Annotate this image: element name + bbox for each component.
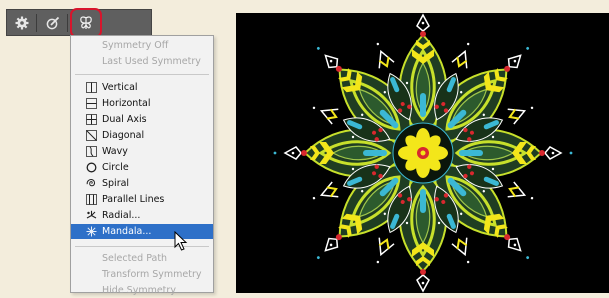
menu-item-horizontal[interactable]: Horizontal: [71, 96, 213, 111]
gear-icon[interactable]: [12, 13, 32, 33]
menu-item-label: Last Used Symmetry: [102, 56, 201, 67]
wavy-icon: [86, 146, 97, 157]
diagonal-icon: [86, 130, 97, 141]
menu-item-label: Diagonal: [102, 130, 145, 141]
menu-item-selected-path[interactable]: Selected Path: [71, 251, 213, 266]
symmetry-toolbar: [6, 8, 152, 38]
menu-item-label: Dual Axis: [102, 114, 147, 125]
menu-item-label: Symmetry Off: [102, 40, 169, 51]
menu-item-symmetry-off[interactable]: Symmetry Off: [71, 38, 213, 53]
canvas-area[interactable]: [236, 13, 609, 293]
menu-item-label: Wavy: [102, 146, 128, 157]
toolbar-separator: [36, 14, 37, 32]
menu-item-circle[interactable]: Circle: [71, 160, 213, 175]
menu-item-spiral[interactable]: Spiral: [71, 176, 213, 191]
mouse-cursor-icon: [174, 231, 188, 251]
menu-item-label: Mandala...: [102, 226, 152, 237]
menu-separator: [75, 246, 209, 247]
menu-item-label: Parallel Lines: [102, 194, 165, 205]
vertical-icon: [86, 82, 97, 93]
toolbar-separator: [67, 14, 68, 32]
parallel-lines-icon: [86, 194, 97, 205]
menu-item-last-used-symmetry[interactable]: Last Used Symmetry: [71, 54, 213, 69]
horizontal-icon: [86, 98, 97, 109]
menu-item-label: Horizontal: [102, 98, 151, 109]
symmetry-dropdown-menu: Symmetry Off Last Used Symmetry Vertical…: [70, 35, 214, 296]
radial-icon: [86, 210, 97, 221]
menu-item-label: Radial...: [102, 210, 141, 221]
menu-item-label: Vertical: [102, 82, 138, 93]
menu-item-label: Transform Symmetry: [102, 269, 202, 280]
highlighted-button-outline: [70, 8, 102, 38]
mandala-icon: [86, 226, 97, 237]
menu-item-wavy[interactable]: Wavy: [71, 144, 213, 159]
menu-item-radial[interactable]: Radial...: [71, 208, 213, 223]
menu-item-label: Hide Symmetry: [102, 285, 176, 296]
circle-icon: [86, 162, 97, 173]
menu-item-label: Circle: [102, 162, 129, 173]
menu-item-mandala[interactable]: Mandala...: [71, 224, 213, 239]
menu-item-label: Spiral: [102, 178, 130, 189]
menu-item-vertical[interactable]: Vertical: [71, 80, 213, 95]
mandala-artwork: [272, 13, 574, 293]
menu-item-hide-symmetry[interactable]: Hide Symmetry: [71, 283, 213, 298]
menu-item-diagonal[interactable]: Diagonal: [71, 128, 213, 143]
dual-axis-icon: [86, 114, 97, 125]
menu-separator: [75, 74, 209, 75]
menu-item-transform-symmetry[interactable]: Transform Symmetry: [71, 267, 213, 282]
menu-item-label: Selected Path: [102, 253, 168, 264]
menu-item-parallel-lines[interactable]: Parallel Lines: [71, 192, 213, 207]
spiral-icon: [86, 178, 97, 189]
brush-icon[interactable]: [43, 13, 63, 33]
menu-item-dual-axis[interactable]: Dual Axis: [71, 112, 213, 127]
